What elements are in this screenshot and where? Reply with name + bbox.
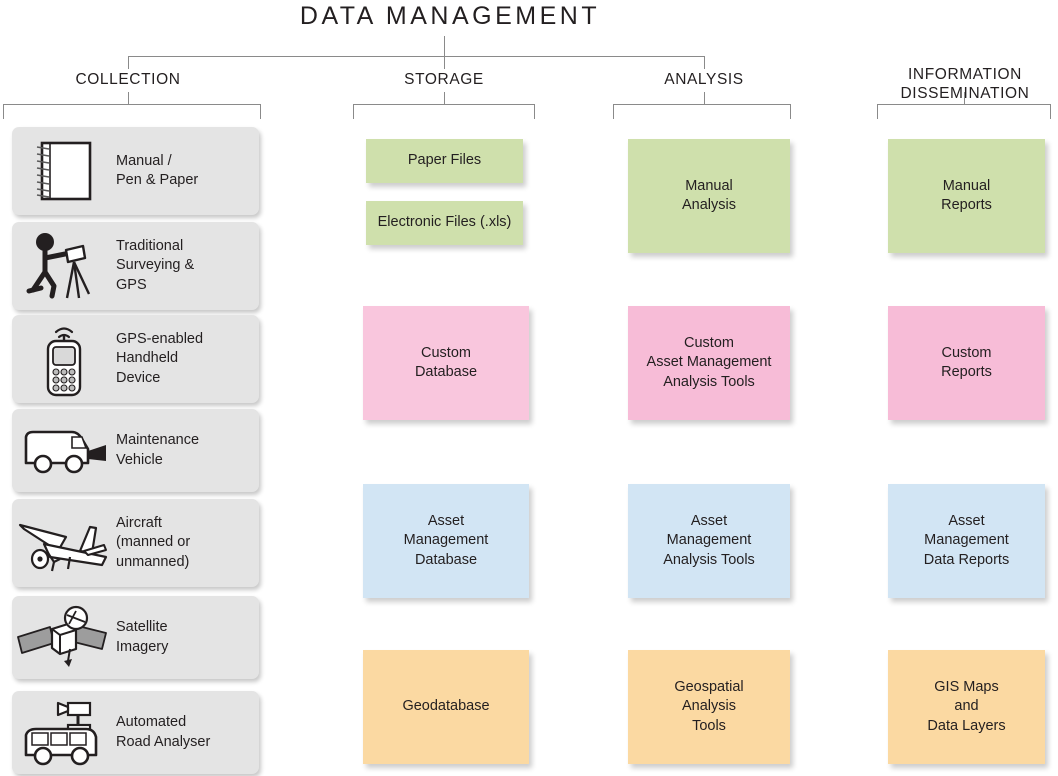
bracket-stem-dissemination [964, 92, 965, 104]
title-stem-line [444, 36, 445, 57]
storage-box-electronic-files[interactable]: Electronic Files (.xls) [366, 201, 523, 245]
box-label: Manual Analysis [682, 177, 736, 214]
handheld-device-icon [12, 320, 116, 398]
box-label: Custom Reports [941, 344, 992, 381]
bracket-left-storage [353, 104, 354, 119]
bracket-left-analysis [613, 104, 614, 119]
surveyor-icon [12, 228, 116, 304]
bracket-right-storage [534, 104, 535, 119]
collection-card-label: GPS-enabled Handheld Device [116, 330, 204, 386]
collection-card-label: Automated Road Analyser [116, 714, 211, 750]
collection-card-gps-handheld-device[interactable]: GPS-enabled Handheld Device [12, 315, 259, 403]
box-label: GIS Maps and Data Layers [927, 678, 1006, 734]
header-storage-label: STORAGE [404, 71, 484, 88]
dissemination-box-gis-maps-data-layers[interactable]: GIS Maps and Data Layers [888, 650, 1045, 764]
box-label: Geospatial Analysis Tools [674, 678, 744, 734]
collection-card-manual-pen-paper[interactable]: Manual / Pen & Paper [12, 127, 259, 215]
storage-box-asset-management-database[interactable]: Asset Management Database [363, 484, 529, 598]
bracket-stem-analysis [704, 92, 705, 104]
collection-card-label: Traditional Surveying & GPS [116, 237, 195, 293]
storage-box-paper-files[interactable]: Paper Files [366, 139, 523, 183]
box-label: Asset Management Analysis Tools [663, 512, 755, 568]
bracket-top-analysis [613, 104, 791, 105]
header-collection: COLLECTION [38, 70, 218, 89]
collection-card-automated-road-analyser[interactable]: Automated Road Analyser [12, 691, 259, 774]
bracket-right-dissemination [1050, 104, 1051, 119]
header-analysis-label: ANALYSIS [664, 71, 744, 88]
drop-line-storage [444, 56, 445, 69]
collection-card-aircraft[interactable]: Aircraft (manned or unmanned) [12, 499, 259, 587]
box-label: Manual Reports [941, 177, 992, 214]
collection-card-maintenance-vehicle[interactable]: Maintenance Vehicle [12, 409, 259, 492]
drop-line-collection [128, 56, 129, 69]
bracket-stem-storage [444, 92, 445, 104]
dissemination-box-manual-reports[interactable]: Manual Reports [888, 139, 1045, 253]
box-label: Geodatabase [402, 698, 490, 715]
top-bus-line [128, 56, 704, 57]
analysis-box-manual-analysis[interactable]: Manual Analysis [628, 139, 790, 253]
satellite-icon [12, 605, 116, 671]
header-collection-label: COLLECTION [75, 71, 181, 88]
bracket-right-analysis [790, 104, 791, 119]
collection-card-label: Aircraft (manned or unmanned) [116, 514, 191, 570]
collection-card-label: Maintenance Vehicle [116, 432, 200, 468]
analysis-box-geospatial-analysis-tools[interactable]: Geospatial Analysis Tools [628, 650, 790, 764]
box-label: Custom Asset Management Analysis Tools [646, 334, 772, 390]
collection-card-label: Manual / Pen & Paper [116, 152, 199, 189]
dissemination-box-asset-management-data-reports[interactable]: Asset Management Data Reports [888, 484, 1045, 598]
collection-card-traditional-surveying-gps[interactable]: Traditional Surveying & GPS [12, 222, 259, 310]
dissemination-box-custom-reports[interactable]: Custom Reports [888, 306, 1045, 420]
box-label: Asset Management Database [403, 512, 489, 568]
header-storage: STORAGE [354, 70, 534, 89]
van-icon [12, 421, 116, 481]
bracket-right-collection [260, 104, 261, 119]
page-title: DATA MANAGEMENT [299, 2, 601, 30]
box-label: Custom Database [414, 344, 478, 381]
box-label: Electronic Files (.xls) [377, 214, 512, 231]
data-management-diagram: DATA MANAGEMENT COLLECTION STORAGE ANALY… [0, 0, 1058, 776]
header-information-dissemination: INFORMATION DISSEMINATION [874, 46, 1056, 103]
storage-box-custom-database[interactable]: Custom Database [363, 306, 529, 420]
aircraft-icon [12, 507, 116, 579]
drop-line-analysis [704, 56, 705, 69]
bracket-top-collection [3, 104, 261, 105]
analysis-box-asset-management-analysis-tools[interactable]: Asset Management Analysis Tools [628, 484, 790, 598]
notebook-icon [12, 138, 116, 204]
bracket-left-dissemination [877, 104, 878, 119]
storage-box-geodatabase[interactable]: Geodatabase [363, 650, 529, 764]
box-label: Asset Management Data Reports [923, 512, 1010, 568]
bracket-left-collection [3, 104, 4, 119]
survey-van-icon [12, 697, 116, 769]
bracket-top-storage [353, 104, 535, 105]
bracket-stem-collection [128, 92, 129, 104]
bracket-top-dissemination [877, 104, 1051, 105]
box-label: Paper Files [407, 152, 482, 169]
analysis-box-custom-asset-management-tools[interactable]: Custom Asset Management Analysis Tools [628, 306, 790, 420]
collection-card-label: Satellite Imagery [116, 619, 169, 655]
collection-card-satellite-imagery[interactable]: Satellite Imagery [12, 596, 259, 679]
header-analysis: ANALYSIS [614, 70, 794, 89]
